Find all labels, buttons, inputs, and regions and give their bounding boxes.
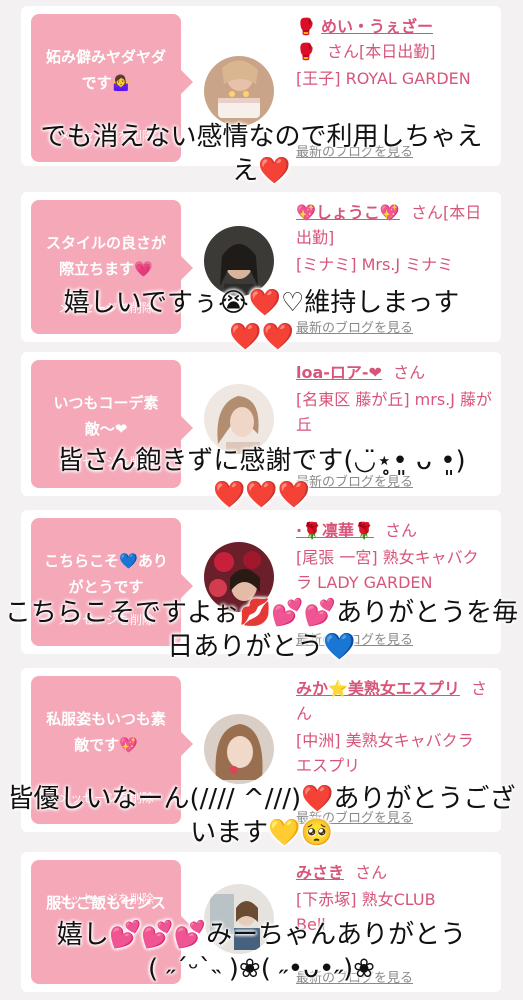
- cast-name-row: みさき さん: [296, 860, 494, 885]
- shop-name-link[interactable]: [尾張 一宮] 熟女キャバクラ LADY GARDEN: [296, 545, 494, 595]
- caption-4: こちらこそですよぉ💋💕💕ありがとうを毎日ありがとう💙: [4, 598, 519, 662]
- message-text: こちらこそ💙ありがとうです: [44, 552, 168, 596]
- kiss-hearts-emoji: 💋💕💕: [238, 598, 337, 628]
- caption-1: でも消えない感情なので利用しちゃえ え❤️: [40, 122, 483, 186]
- message-text: 妬み僻みヤダヤダです🤷‍♀️: [45, 48, 166, 92]
- shop-name-link[interactable]: [王子] ROYAL GARDEN: [296, 66, 494, 91]
- cast-name-link[interactable]: みさき: [296, 863, 344, 882]
- cast-name-link[interactable]: めい・うぇざー: [321, 17, 433, 36]
- heart-emoji: ❤️: [258, 156, 291, 186]
- message-text: 私服姿もいつも素敵です💖: [46, 710, 166, 754]
- cast-info: ·🌹凛華🌹 さん [尾張 一宮] 熟女キャバクラ LADY GARDEN: [296, 518, 494, 595]
- avatar-photo-birthday-cake[interactable]: [204, 56, 274, 126]
- cast-name-link[interactable]: loa-ロア-❤: [296, 363, 382, 382]
- boxing-glove-icon: 🥊: [296, 42, 316, 61]
- honorific: さん: [393, 363, 426, 382]
- emoji-group: 😭❤️♡: [218, 288, 305, 318]
- cast-name-row: 🥊 めい・うぇざー 🥊 さん[本日出勤]: [296, 14, 494, 64]
- cast-name-link[interactable]: 💖しょうこ💖: [296, 203, 400, 222]
- shop-name-link[interactable]: [名東区 藤が丘] mrs.J 藤が丘: [296, 387, 494, 437]
- cast-name-row: ·🌹凛華🌹 さん: [296, 518, 494, 543]
- heart-emoji: ❤️❤️: [229, 322, 294, 352]
- caption-2: 嬉しいですぅ😭❤️♡維持しまっす ❤️❤️: [63, 288, 460, 352]
- cast-info: みか⭐美熟女エスプリ さん [中洲] 美熟女キャバクラ エスプリ: [296, 676, 494, 778]
- work-status: [本日出勤]: [359, 42, 436, 61]
- pink-hearts-emoji: 💕💕💕: [108, 920, 207, 950]
- cast-name-link[interactable]: みか⭐美熟女エスプリ: [296, 679, 460, 698]
- heart-emoji: ❤️: [301, 784, 334, 814]
- blue-heart-emoji: 💙: [323, 632, 356, 662]
- delete-message-link[interactable]: メッセージを削除: [31, 890, 181, 907]
- honorific: さん: [410, 203, 443, 222]
- message-text: スタイルの良さが際立ちます💗: [45, 234, 166, 278]
- heart-emoji: ❤️❤️❤️: [212, 480, 311, 510]
- message-text: いつもコーデ素敵〜❤: [53, 394, 159, 438]
- caption-6: 嬉し💕💕💕みーちゃんありがとう ( ˶ˊᵕˋ˵ )❀( ˶•ᴗ•˶)❀: [56, 920, 467, 984]
- caption-5: 皆優しいなーん(//// ^///)❤️ありがとうございます💛🥺: [7, 784, 516, 848]
- cast-name-row: loa-ロア-❤ さん: [296, 360, 494, 385]
- honorific: さん: [385, 521, 418, 540]
- shop-name-link[interactable]: [中洲] 美熟女キャバクラ エスプリ: [296, 728, 494, 778]
- avatar-photo-woman[interactable]: [204, 714, 274, 784]
- yellow-heart-emoji: 💛🥺: [268, 818, 333, 848]
- boxing-glove-icon: 🥊: [296, 17, 316, 36]
- cast-info: 💖しょうこ💖 さん[本日出勤] [ミナミ] Mrs.J ミナミ: [296, 200, 494, 277]
- cast-info: 🥊 めい・うぇざー 🥊 さん[本日出勤] [王子] ROYAL GARDEN: [296, 14, 494, 91]
- cast-info: loa-ロア-❤ さん [名東区 藤が丘] mrs.J 藤が丘: [296, 360, 494, 437]
- honorific: さん: [327, 42, 360, 61]
- cast-name-link[interactable]: ·🌹凛華🌹: [296, 521, 374, 540]
- shop-name-link[interactable]: [ミナミ] Mrs.J ミナミ: [296, 252, 494, 277]
- cast-name-row: 💖しょうこ💖 さん[本日出勤]: [296, 200, 494, 250]
- honorific: さん: [355, 863, 388, 882]
- caption-3: 皆さん飽きずに感謝です(◡̈⋆̥•͈ ᴗ •͈) ❤️❤️❤️: [57, 446, 466, 510]
- cast-name-row: みか⭐美熟女エスプリ さん: [296, 676, 494, 726]
